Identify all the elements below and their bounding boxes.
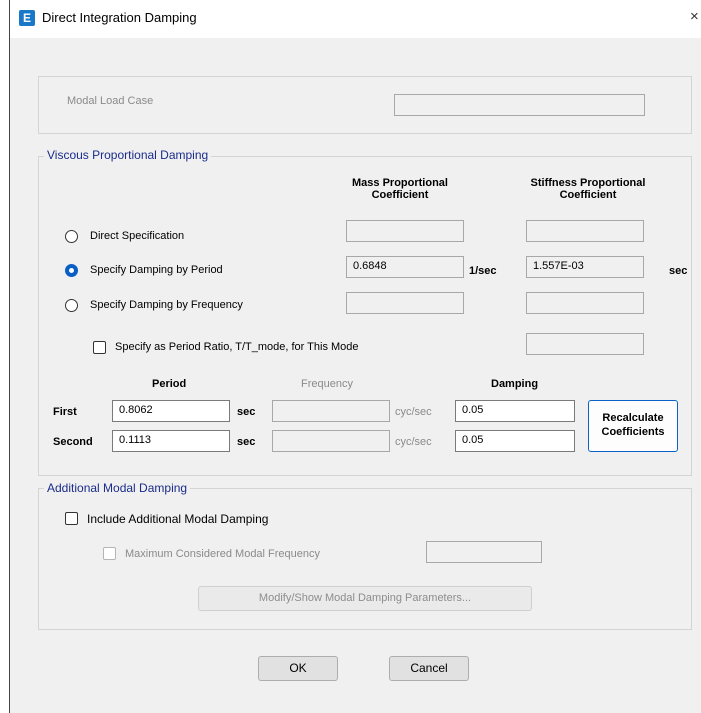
damping-header: Damping: [491, 378, 539, 390]
frequency-mass-field: [346, 292, 464, 314]
damping-by-period-label[interactable]: Specify Damping by Period: [90, 264, 223, 276]
first-frequency-unit: cyc/sec: [395, 406, 432, 418]
max-modal-frequency-checkbox: [103, 547, 116, 560]
modify-modal-damping-button: Modify/Show Modal Damping Parameters...: [198, 586, 532, 611]
second-frequency-unit: cyc/sec: [395, 436, 432, 448]
direct-specification-label[interactable]: Direct Specification: [90, 230, 184, 242]
mass-unit-label: 1/sec: [469, 265, 497, 277]
dialog-window: E Direct Integration Damping × Modal Loa…: [9, 0, 701, 713]
first-frequency-input: [272, 400, 390, 422]
stiffness-coefficient-value: 1.557E-03: [526, 256, 644, 278]
second-frequency-input: [272, 430, 390, 452]
modal-load-case-label: Modal Load Case: [67, 95, 154, 107]
period-header: Period: [152, 378, 187, 390]
radio-damping-by-period[interactable]: [65, 264, 78, 277]
radio-damping-by-frequency[interactable]: [65, 299, 78, 312]
first-period-unit: sec: [237, 406, 256, 418]
close-icon[interactable]: ×: [690, 8, 699, 25]
ok-button[interactable]: OK: [258, 656, 338, 681]
direct-stiffness-field: [526, 220, 644, 242]
additional-damping-legend: Additional Modal Damping: [44, 481, 191, 495]
stiffness-coefficient-header: Stiffness Proportional Coefficient: [530, 177, 646, 201]
mass-coefficient-header: Mass Proportional Coefficient: [352, 177, 448, 201]
mass-coefficient-value: 0.6848: [346, 256, 464, 278]
second-row-label: Second: [53, 436, 93, 448]
radio-direct-specification[interactable]: [65, 230, 78, 243]
max-modal-frequency-field: [426, 541, 542, 563]
window-title: Direct Integration Damping: [42, 10, 197, 25]
frequency-header: Frequency: [301, 378, 353, 390]
cancel-button[interactable]: Cancel: [389, 656, 469, 681]
title-bar: E Direct Integration Damping ×: [10, 0, 701, 38]
recalculate-coefficients-button[interactable]: Recalculate Coefficients: [588, 400, 678, 452]
include-additional-damping-checkbox[interactable]: [65, 512, 78, 525]
first-damping-input[interactable]: 0.05: [455, 400, 575, 422]
first-period-input[interactable]: 0.8062: [112, 400, 230, 422]
period-ratio-checkbox[interactable]: [93, 341, 106, 354]
app-logo-icon: E: [19, 10, 35, 26]
damping-by-frequency-label[interactable]: Specify Damping by Frequency: [90, 299, 243, 311]
direct-mass-field: [346, 220, 464, 242]
frequency-stiffness-field: [526, 292, 644, 314]
second-period-unit: sec: [237, 436, 256, 448]
include-additional-damping-label[interactable]: Include Additional Modal Damping: [87, 512, 268, 526]
period-ratio-label[interactable]: Specify as Period Ratio, T/T_mode, for T…: [115, 341, 359, 353]
second-period-input[interactable]: 0.1113: [112, 430, 230, 452]
second-damping-input[interactable]: 0.05: [455, 430, 575, 452]
period-ratio-field: [526, 333, 644, 355]
stiffness-unit-label: sec: [669, 265, 688, 277]
modal-load-case-field: [394, 94, 645, 116]
viscous-damping-legend: Viscous Proportional Damping: [44, 148, 212, 162]
first-row-label: First: [53, 406, 77, 418]
max-modal-frequency-label: Maximum Considered Modal Frequency: [125, 548, 321, 560]
